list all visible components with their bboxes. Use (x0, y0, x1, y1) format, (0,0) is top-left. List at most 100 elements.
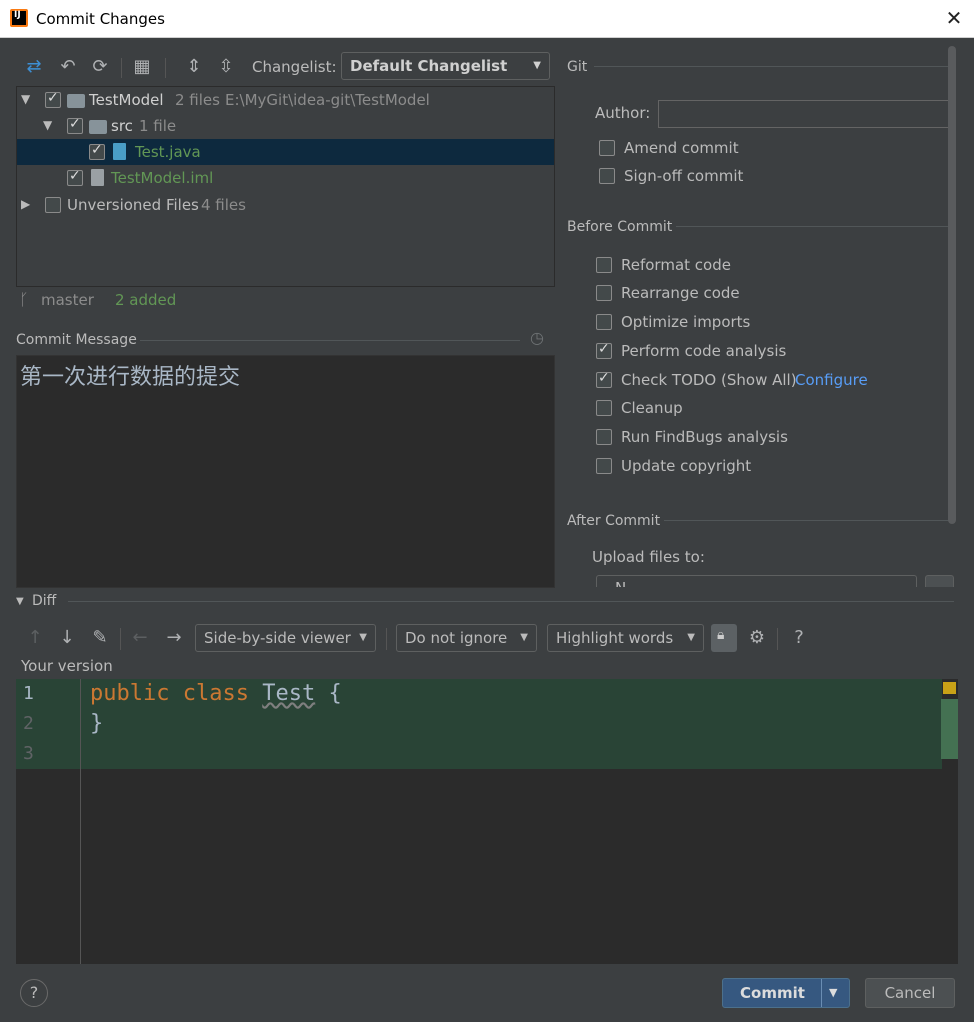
rearrange-checkbox[interactable] (596, 285, 612, 301)
expand-triangle-icon[interactable]: ▼ (21, 92, 30, 106)
configure-link[interactable]: Configure (795, 371, 868, 389)
help-button[interactable]: ? (20, 979, 48, 1007)
reformat-label[interactable]: Reformat code (621, 256, 731, 274)
iml-checkbox[interactable] (67, 168, 83, 186)
lock-icon: 🔒︎ (717, 627, 725, 643)
branch-icon: ᚴ (19, 290, 29, 309)
author-input[interactable] (658, 100, 952, 128)
upload-label: Upload files to: (592, 548, 705, 566)
reformat-checkbox[interactable] (596, 257, 612, 273)
prev-diff-icon[interactable]: ↑ (23, 626, 47, 650)
commit-message-editor[interactable]: 第一次进行数据的提交 (16, 355, 555, 588)
check-todo-checkbox[interactable] (596, 370, 612, 388)
changelist-label: Changelist: (252, 58, 337, 76)
show-diff-icon[interactable]: ⇄ (22, 55, 46, 79)
git-header: Git (567, 59, 588, 75)
upload-dropdown[interactable]: N (596, 575, 917, 587)
viewer-dropdown[interactable]: Side-by-side viewer ▼ (195, 624, 376, 652)
src-count: 1 file (139, 117, 177, 135)
button-divider (821, 979, 822, 1007)
author-label: Author: (595, 104, 651, 122)
rearrange-label[interactable]: Rearrange code (621, 284, 740, 302)
code-analysis-checkbox[interactable] (596, 341, 612, 359)
lock-button[interactable]: 🔒︎ (711, 624, 737, 652)
root-count: 2 files (175, 91, 220, 109)
after-commit-header: After Commit (567, 513, 661, 529)
changelist-value: Default Changelist (350, 57, 508, 75)
prev-file-icon[interactable]: ← (128, 626, 152, 650)
ignore-dropdown[interactable]: Do not ignore ▼ (396, 624, 537, 652)
code-line-1: public class Test { (90, 681, 342, 706)
chevron-down-icon[interactable]: ▼ (829, 979, 837, 1007)
your-version-label: Your version (21, 657, 113, 675)
help-icon[interactable]: ? (787, 626, 811, 650)
root-name[interactable]: TestModel (89, 91, 164, 109)
folder-icon (89, 120, 107, 134)
intellij-app-icon (10, 9, 28, 27)
optimize-imports-checkbox[interactable] (596, 314, 612, 330)
next-file-icon[interactable]: → (162, 626, 186, 650)
check-todo-label[interactable]: Check TODO (Show All) (621, 371, 797, 389)
src-name[interactable]: src (111, 117, 133, 135)
viewer-value: Side-by-side viewer (204, 629, 351, 647)
signoff-checkbox[interactable] (599, 168, 615, 184)
cleanup-label[interactable]: Cleanup (621, 399, 683, 417)
optimize-imports-label[interactable]: Optimize imports (621, 313, 750, 331)
collapse-all-icon[interactable]: ⇳ (214, 55, 238, 79)
edit-source-icon[interactable]: ✎ (88, 626, 112, 650)
iml-file-icon (91, 169, 104, 186)
title-bar: Commit Changes ✕ (0, 0, 974, 38)
unversioned-name[interactable]: Unversioned Files (67, 196, 199, 214)
toolbar-separator (386, 628, 387, 650)
copyright-label[interactable]: Update copyright (621, 457, 751, 475)
unversioned-checkbox[interactable] (45, 197, 61, 213)
scrollbar[interactable] (948, 46, 956, 524)
expand-triangle-icon[interactable]: ▶ (21, 197, 30, 211)
warning-marker[interactable] (943, 682, 956, 694)
diff-editor[interactable]: 1 2 3 public class Test { } (16, 679, 958, 964)
test-java-name[interactable]: Test.java (135, 143, 201, 161)
iml-name[interactable]: TestModel.iml (111, 169, 213, 187)
findbugs-checkbox[interactable] (596, 429, 612, 445)
signoff-label[interactable]: Sign-off commit (624, 167, 743, 185)
next-diff-icon[interactable]: ↓ (55, 626, 79, 650)
root-checkbox[interactable] (45, 90, 61, 108)
test-java-checkbox[interactable] (89, 142, 105, 160)
rollback-icon[interactable]: ↶ (56, 55, 80, 79)
group-by-icon[interactable]: ▦ (130, 55, 154, 79)
code-keyword-public: public (90, 681, 170, 706)
src-checkbox[interactable] (67, 116, 83, 134)
findbugs-label[interactable]: Run FindBugs analysis (621, 428, 788, 446)
commit-message-label: Commit Message (16, 332, 137, 348)
expand-triangle-icon[interactable]: ▼ (43, 118, 52, 132)
java-file-icon (113, 143, 126, 160)
code-analysis-label[interactable]: Perform code analysis (621, 342, 786, 360)
gear-icon[interactable]: ⚙ (745, 626, 769, 650)
amend-label[interactable]: Amend commit (624, 139, 739, 157)
divider (68, 601, 954, 602)
highlight-dropdown[interactable]: Highlight words ▼ (547, 624, 704, 652)
commit-button[interactable]: Commit ▼ (722, 978, 850, 1008)
expand-all-icon[interactable]: ⇕ (182, 55, 206, 79)
history-clock-icon[interactable]: ◷ (530, 328, 544, 347)
refresh-icon[interactable]: ⟳ (88, 55, 112, 79)
toolbar-separator (120, 628, 121, 650)
close-icon[interactable]: ✕ (942, 6, 966, 30)
change-marker[interactable] (941, 699, 958, 759)
cancel-button[interactable]: Cancel (865, 978, 955, 1008)
collapse-diff-icon[interactable]: ▼ (16, 596, 24, 607)
upload-config-button[interactable] (925, 575, 954, 587)
highlight-value: Highlight words (556, 629, 674, 647)
amend-checkbox[interactable] (599, 140, 615, 156)
code-brace-close: } (90, 711, 104, 736)
cleanup-checkbox[interactable] (596, 400, 612, 416)
upload-value: N (615, 576, 626, 587)
chevron-down-icon: ▼ (520, 632, 528, 643)
changes-tree: ▼ TestModel 2 files E:\MyGit\idea-git\Te… (16, 86, 555, 287)
window-title: Commit Changes (36, 10, 165, 28)
added-count: 2 added (115, 291, 177, 309)
ignore-value: Do not ignore (405, 629, 508, 647)
diff-header: Diff (32, 593, 57, 609)
changelist-dropdown[interactable]: Default Changelist ▼ (341, 52, 550, 80)
copyright-checkbox[interactable] (596, 458, 612, 474)
